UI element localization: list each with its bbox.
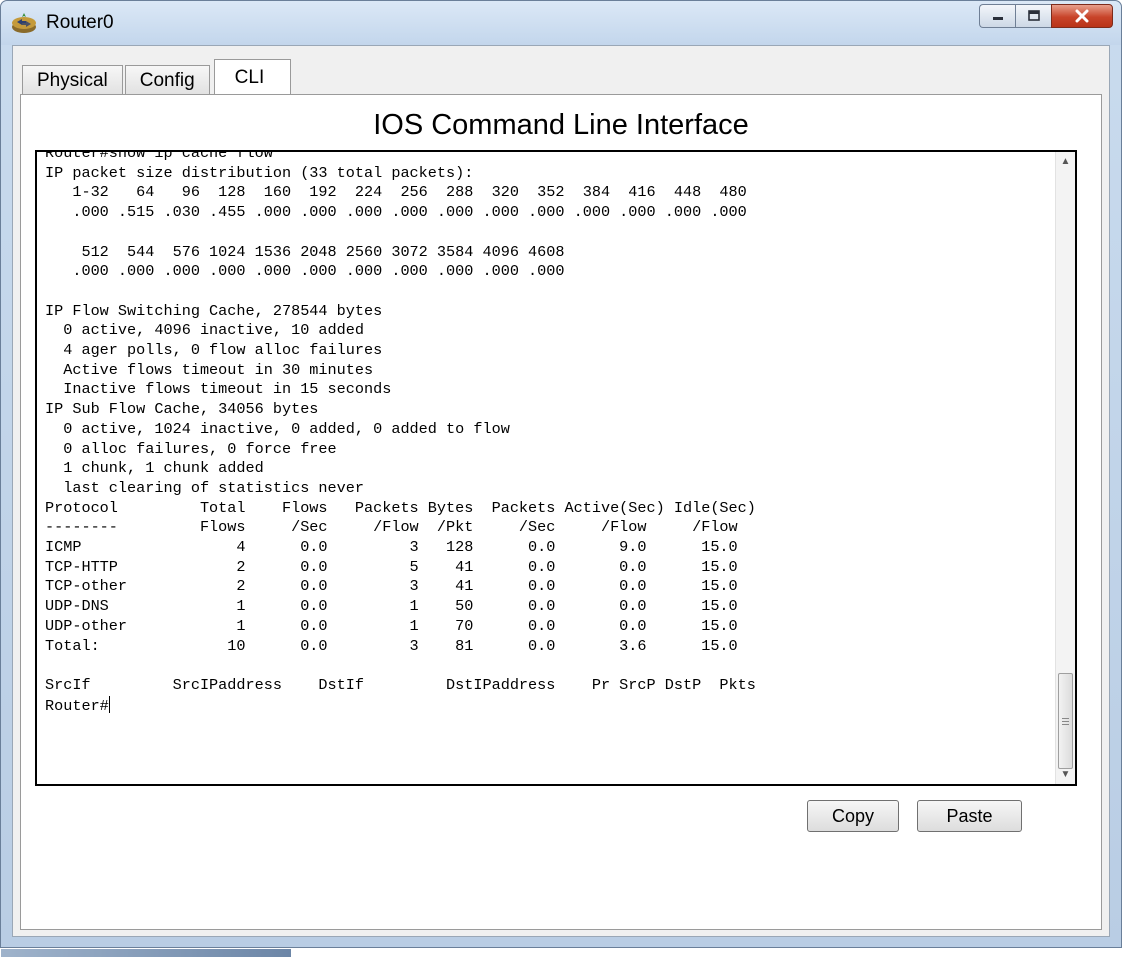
close-button[interactable] (1051, 4, 1113, 28)
tab-config[interactable]: Config (124, 65, 210, 95)
title-bar[interactable]: Router0 (1, 1, 1121, 45)
scroll-down-button[interactable]: ▼ (1056, 765, 1075, 784)
console-line: 0 alloc failures, 0 force free (63, 439, 337, 458)
grip-icon (1062, 717, 1069, 725)
minimize-button[interactable] (979, 4, 1015, 28)
window-title: Router0 (46, 12, 114, 33)
console-line: Total: 10 0.0 3 81 0.0 3.6 15.0 (45, 636, 738, 655)
tab-bar: Physical Config CLI (22, 59, 293, 95)
console-line: UDP-other 1 0.0 1 70 0.0 0.0 15.0 (45, 616, 738, 635)
cli-panel: IOS Command Line Interface Router#show i… (20, 94, 1102, 930)
minimize-icon (992, 17, 1003, 20)
page-title: IOS Command Line Interface (373, 109, 749, 141)
tab-cli[interactable]: CLI (213, 59, 292, 95)
router0-window: Router0 Physical Config CLI IOS Command … (0, 0, 1122, 957)
console-line: TCP-other 2 0.0 3 41 0.0 0.0 15.0 (45, 577, 738, 596)
console-output-lines: Router#show ip cache flow IP packet size… (45, 150, 756, 694)
scrollbar-thumb[interactable] (1058, 673, 1073, 769)
console-line: Router#show ip cache flow (45, 150, 273, 162)
tab-physical[interactable]: Physical (22, 65, 123, 95)
console-line: 1 chunk, 1 chunk added (63, 459, 264, 478)
window-client-area: Physical Config CLI IOS Command Line Int… (12, 45, 1110, 937)
console-line: last clearing of statistics never (63, 478, 364, 497)
close-icon (1075, 9, 1089, 23)
scroll-up-button[interactable]: ▲ (1056, 152, 1075, 171)
console-line: 1-32 64 96 128 160 192 224 256 288 320 3… (72, 183, 747, 202)
console-line: SrcIf SrcIPaddress DstIf DstIPaddress Pr… (45, 675, 756, 694)
console-prompt: Router# (45, 696, 109, 715)
console-line: -------- Flows /Sec /Flow /Pkt /Sec /Flo… (45, 518, 738, 537)
console-line: Protocol Total Flows Packets Bytes Packe… (45, 498, 756, 517)
caption-buttons (979, 4, 1113, 28)
console-line: IP Flow Switching Cache, 278544 bytes (45, 301, 383, 320)
chevron-up-icon: ▲ (1060, 156, 1071, 167)
maximize-button[interactable] (1015, 4, 1051, 28)
console-line: UDP-DNS 1 0.0 1 50 0.0 0.0 15.0 (45, 597, 738, 616)
console-line: Inactive flows timeout in 15 seconds (63, 380, 392, 399)
chevron-down-icon: ▼ (1060, 769, 1071, 780)
console-output[interactable]: Router#show ip cache flow IP packet size… (45, 150, 1049, 716)
console-line: TCP-HTTP 2 0.0 5 41 0.0 0.0 15.0 (45, 557, 738, 576)
console-line: 0 active, 4096 inactive, 10 added (63, 321, 364, 340)
console-line: .000 .515 .030 .455 .000 .000 .000 .000 … (72, 203, 747, 222)
copy-button[interactable]: Copy (807, 800, 899, 832)
cli-console[interactable]: Router#show ip cache flow IP packet size… (35, 150, 1077, 786)
maximize-icon (1027, 10, 1040, 21)
console-line: IP packet size distribution (33 total pa… (45, 163, 474, 182)
console-line: 0 active, 1024 inactive, 0 added, 0 adde… (63, 419, 510, 438)
console-line: Active flows timeout in 30 minutes (63, 360, 374, 379)
console-line: 512 544 576 1024 1536 2048 2560 3072 358… (81, 242, 565, 261)
text-cursor (108, 695, 110, 713)
paste-button[interactable]: Paste (917, 800, 1022, 832)
console-line: ICMP 4 0.0 3 128 0.0 9.0 15.0 (45, 538, 738, 557)
router-icon (12, 13, 36, 33)
console-line: IP Sub Flow Cache, 34056 bytes (45, 400, 319, 419)
console-line: .000 .000 .000 .000 .000 .000 .000 .000 … (72, 262, 565, 281)
console-line: 4 ager polls, 0 flow alloc failures (63, 341, 383, 360)
vertical-scrollbar[interactable]: ▲ ▼ (1055, 152, 1075, 784)
taskbar-strip (1, 949, 291, 957)
